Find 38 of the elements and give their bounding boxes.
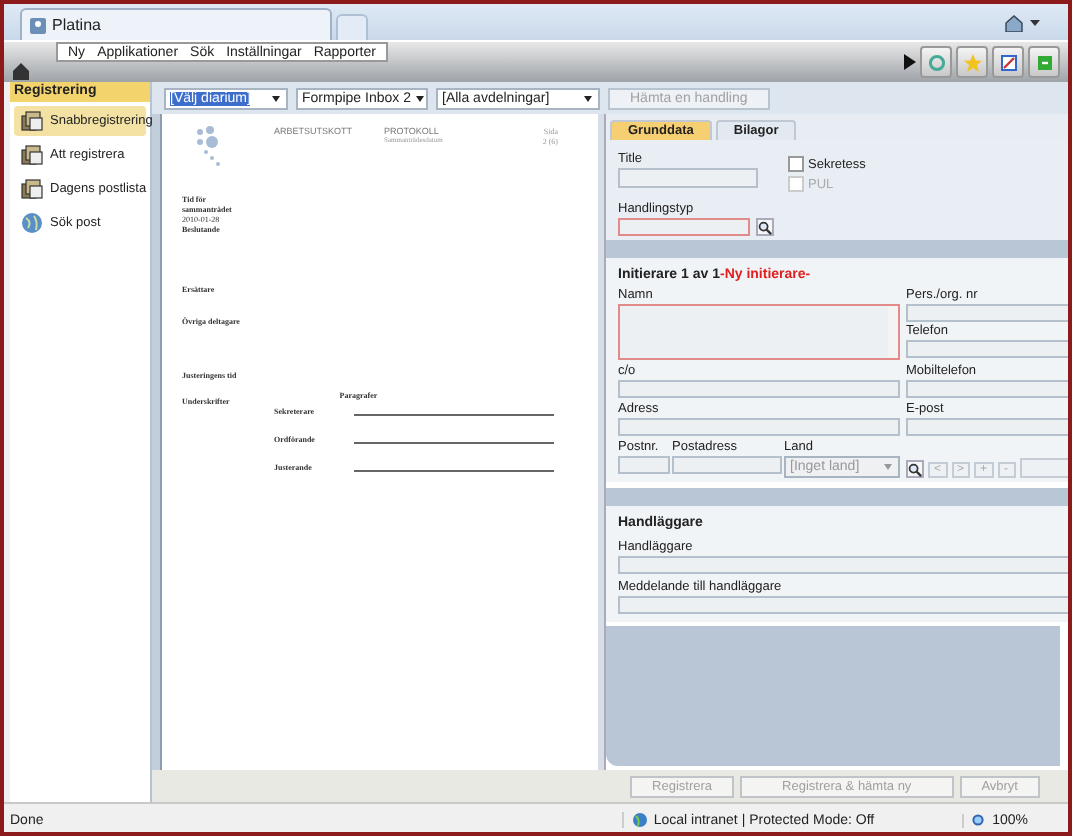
edit-button[interactable] xyxy=(992,46,1024,78)
input-field[interactable] xyxy=(672,456,782,474)
globe-icon xyxy=(631,812,648,828)
edit-icon xyxy=(999,53,1017,71)
globe-icon xyxy=(20,212,44,234)
star-icon xyxy=(963,53,981,71)
input-field[interactable] xyxy=(618,418,900,436)
input-field[interactable] xyxy=(906,304,1068,322)
home-icon[interactable] xyxy=(1004,13,1024,31)
input-field[interactable] xyxy=(906,380,1068,398)
exit-icon xyxy=(1035,53,1053,71)
zoom-icon[interactable] xyxy=(972,813,987,827)
input-field[interactable] xyxy=(618,596,1068,614)
exit-button[interactable] xyxy=(1028,46,1060,78)
refresh-icon xyxy=(927,53,945,71)
input-field[interactable] xyxy=(618,218,750,236)
input-field[interactable] xyxy=(618,380,900,398)
text-area[interactable] xyxy=(618,304,900,360)
input-field[interactable] xyxy=(906,418,1068,436)
new-tab[interactable] xyxy=(336,14,368,40)
search-icon xyxy=(758,219,772,235)
documents-icon xyxy=(20,178,44,200)
documents-icon xyxy=(20,144,44,166)
input-field[interactable] xyxy=(618,168,758,188)
input-field[interactable] xyxy=(618,456,670,474)
favorite-button[interactable] xyxy=(956,46,988,78)
search-button[interactable] xyxy=(756,218,774,236)
browser-tab[interactable]: Platina xyxy=(20,8,332,40)
input-field[interactable] xyxy=(618,556,1068,574)
play-icon[interactable] xyxy=(904,54,916,70)
search-button[interactable] xyxy=(906,460,924,478)
input-field[interactable] xyxy=(906,340,1068,358)
search-icon xyxy=(908,461,922,477)
dropdown-caret-icon[interactable] xyxy=(1030,19,1040,25)
documents-icon xyxy=(20,110,44,132)
nav-button[interactable] xyxy=(1019,458,1068,478)
app-icon xyxy=(30,17,46,33)
logo-icon xyxy=(194,126,226,170)
